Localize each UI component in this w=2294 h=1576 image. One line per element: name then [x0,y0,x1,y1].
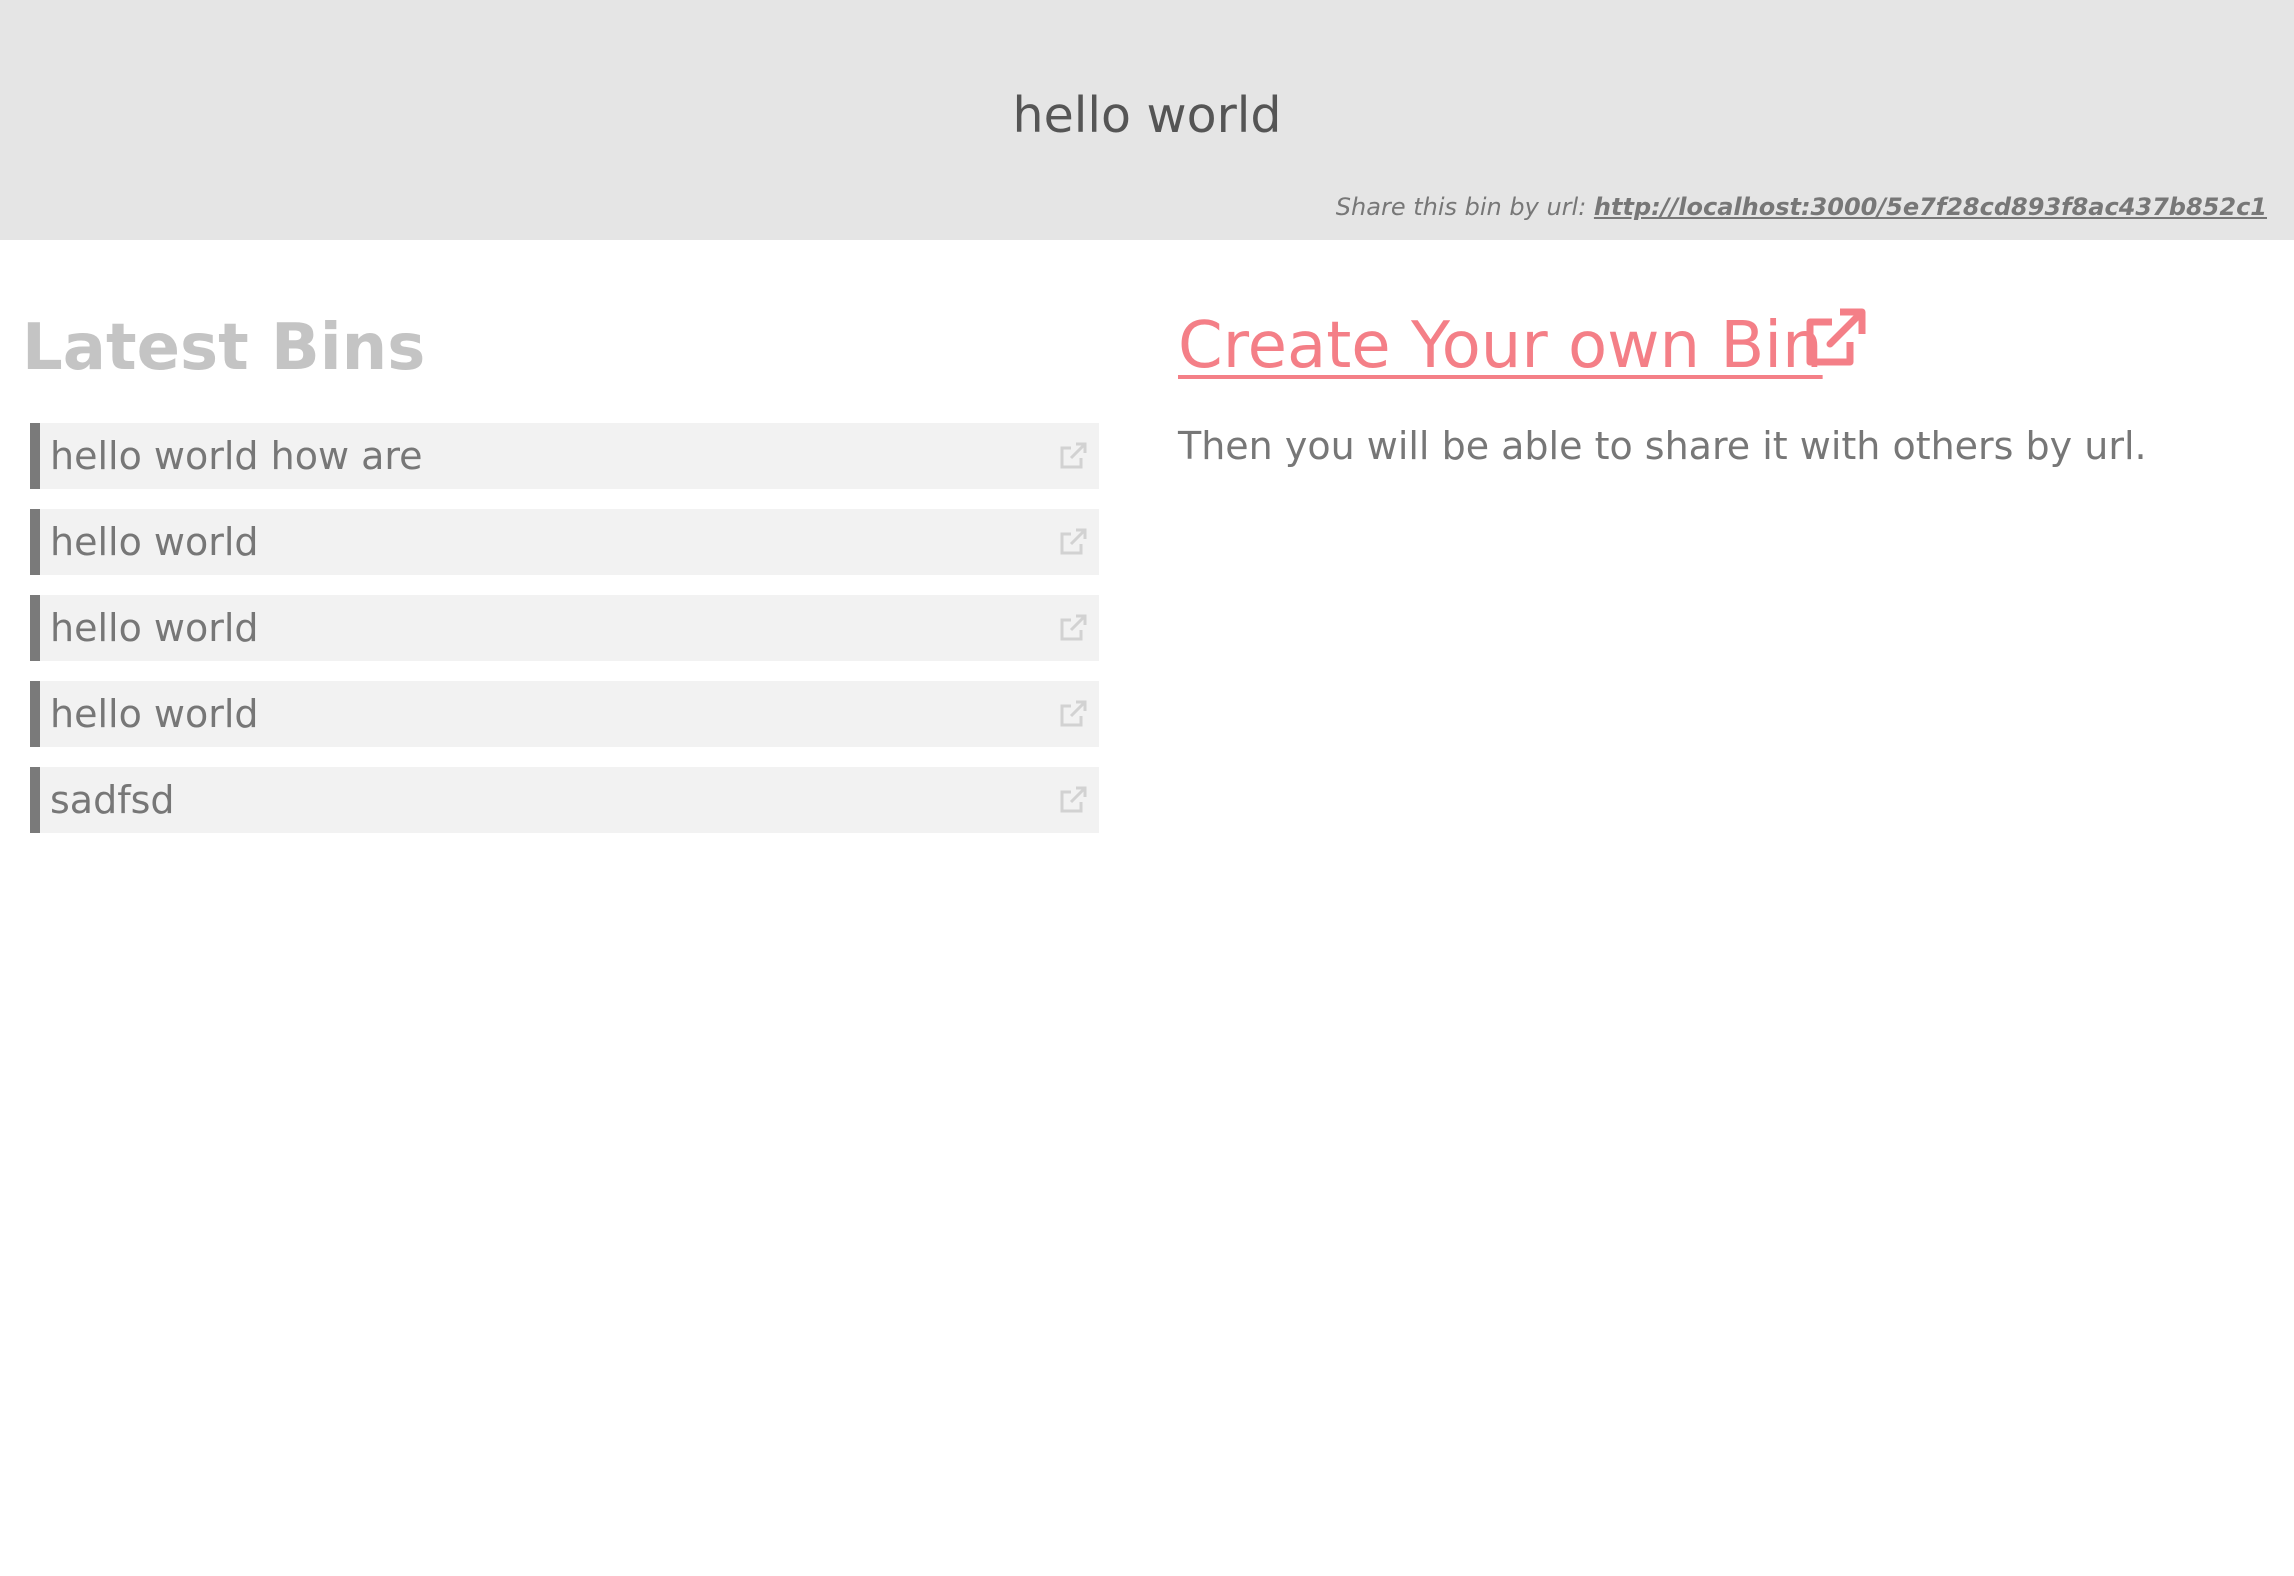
external-link-icon[interactable] [1057,784,1089,816]
external-link-icon[interactable] [1057,526,1089,558]
bin-list-item[interactable]: hello world [30,509,1099,575]
bin-list-item[interactable]: hello world [30,595,1099,661]
bin-list-item[interactable]: sadfsd [30,767,1099,833]
create-bin-link[interactable]: Create Your own Bin [1178,302,1823,390]
bin-list-item[interactable]: hello world [30,681,1099,747]
external-link-icon[interactable] [1057,612,1089,644]
external-link-icon[interactable] [1057,698,1089,730]
bin-list: hello world how are hello world hello wo… [30,423,1099,853]
share-url-link[interactable]: http://localhost:3000/5e7f28cd893f8ac437… [1594,193,2267,221]
bin-list-item[interactable]: hello world how are [30,423,1099,489]
external-link-icon[interactable] [1802,306,1868,372]
latest-bins-title: Latest Bins [22,311,426,385]
header-bar: hello world Share this bin by url: http:… [0,0,2294,240]
bin-item-label: hello world how are [50,434,423,478]
bin-item-label: hello world [50,692,259,736]
create-bin-description: Then you will be able to share it with o… [1178,424,2147,468]
share-line: Share this bin by url: http://localhost:… [1336,190,2267,224]
share-prefix: Share this bin by url: [1335,193,1587,221]
bin-item-label: sadfsd [50,778,175,822]
bin-item-label: hello world [50,606,259,650]
bin-item-label: hello world [50,520,259,564]
bin-title: hello world [1012,87,1282,144]
external-link-icon[interactable] [1057,440,1089,472]
